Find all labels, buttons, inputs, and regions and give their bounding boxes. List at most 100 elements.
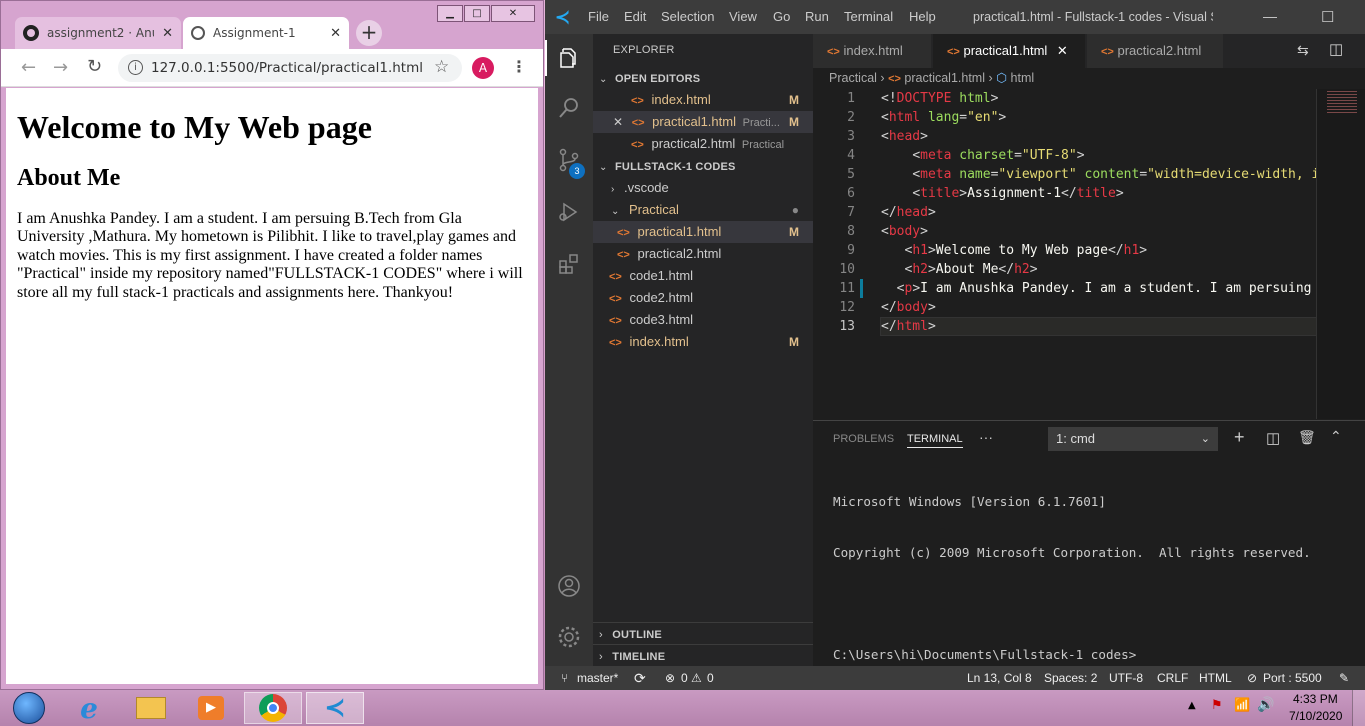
- kebab-menu-icon[interactable]: ⋮: [511, 57, 527, 76]
- tab-problems[interactable]: PROBLEMS: [833, 433, 894, 445]
- clock-time[interactable]: 4:33 PM: [1293, 692, 1338, 706]
- code-line[interactable]: 5 <meta name="viewport" content="width=d…: [813, 165, 1316, 184]
- address-bar[interactable]: i 127.0.0.1:5500/Practical/practical1.ht…: [118, 54, 462, 82]
- close-tab-icon[interactable]: ✕: [162, 26, 173, 41]
- cursor-position[interactable]: Ln 13, Col 8: [967, 666, 1032, 690]
- folder-header[interactable]: ⌄ FULLSTACK-1 CODES: [593, 155, 813, 177]
- tree-item-code1[interactable]: <> code1.html: [593, 265, 813, 287]
- open-editor-practical1[interactable]: ✕ <> practical1.html Practi... M: [593, 111, 813, 133]
- tab-assignment2[interactable]: assignment2 · Anu ✕: [15, 17, 181, 49]
- accounts-icon[interactable]: [557, 574, 581, 598]
- chevron-up-icon[interactable]: ⌃: [1330, 428, 1342, 445]
- code-line[interactable]: 8 <body>: [813, 222, 1316, 241]
- run-debug-icon[interactable]: [557, 200, 581, 224]
- search-icon[interactable]: [557, 96, 581, 120]
- info-icon[interactable]: i: [128, 60, 143, 75]
- taskbar-vscode[interactable]: ≺: [306, 692, 364, 724]
- action-center-icon[interactable]: ⚑: [1211, 698, 1223, 713]
- star-icon[interactable]: ☆: [434, 57, 449, 77]
- tree-item-code3[interactable]: <> code3.html: [593, 309, 813, 331]
- back-icon[interactable]: ←: [21, 57, 36, 78]
- menu-view[interactable]: View: [729, 0, 757, 34]
- timeline-header[interactable]: › TIMELINE: [593, 644, 813, 666]
- taskbar-explorer[interactable]: [122, 692, 180, 724]
- code-line[interactable]: 13 </html>: [813, 317, 1316, 336]
- show-desktop-button[interactable]: [1352, 690, 1365, 726]
- line-endings[interactable]: CRLF: [1157, 666, 1188, 690]
- taskbar-chrome[interactable]: [244, 692, 302, 724]
- clock-date[interactable]: 7/10/2020: [1289, 709, 1342, 723]
- tree-item-practical1[interactable]: <> practical1.html M: [593, 221, 813, 243]
- feedback-icon[interactable]: ✎: [1339, 666, 1349, 690]
- terminal-output[interactable]: Microsoft Windows [Version 6.1.7601] Cop…: [833, 459, 1311, 697]
- live-server-port[interactable]: Port : 5500: [1263, 666, 1322, 690]
- editor-tab-index[interactable]: <> index.html: [813, 34, 931, 68]
- new-terminal-icon[interactable]: +: [1234, 427, 1245, 448]
- code-line[interactable]: 7 </head>: [813, 203, 1316, 222]
- open-changes-icon[interactable]: ⇆: [1297, 42, 1309, 59]
- code-line[interactable]: 1 <!DOCTYPE html>: [813, 89, 1316, 108]
- close-tab-icon[interactable]: ✕: [1057, 43, 1068, 58]
- reload-icon[interactable]: ↻: [87, 56, 102, 77]
- split-terminal-icon[interactable]: ◫: [1266, 429, 1280, 447]
- taskbar-media[interactable]: ▶: [182, 692, 240, 724]
- extensions-icon[interactable]: [557, 252, 581, 276]
- more-actions-icon[interactable]: ···: [979, 429, 993, 445]
- code-line[interactable]: 10 <h2>About Me</h2>: [813, 260, 1316, 279]
- editor-tab-practical2[interactable]: <> practical2.html: [1087, 34, 1223, 68]
- code-editor[interactable]: 1 <!DOCTYPE html> 2 <html lang="en"> 3 <head>…: [813, 89, 1316, 337]
- menu-go[interactable]: Go: [773, 0, 790, 34]
- code-line[interactable]: 12 </body>: [813, 298, 1316, 317]
- menu-selection[interactable]: Selection: [661, 0, 714, 34]
- taskbar-ie[interactable]: e: [60, 692, 118, 725]
- breadcrumb-file[interactable]: practical1.html: [904, 71, 985, 85]
- forward-icon[interactable]: →: [53, 57, 68, 78]
- close-editor-icon[interactable]: ✕: [613, 115, 623, 129]
- menu-run[interactable]: Run: [805, 0, 829, 34]
- menu-help[interactable]: Help: [909, 0, 936, 34]
- editor-tab-practical1[interactable]: <> practical1.html ✕: [933, 34, 1085, 68]
- start-button[interactable]: [0, 692, 58, 724]
- trash-icon[interactable]: 🗑: [1298, 429, 1316, 446]
- code-line[interactable]: 4 <meta charset="UTF-8">: [813, 146, 1316, 165]
- menu-file[interactable]: File: [588, 0, 609, 34]
- volume-icon[interactable]: 🔊: [1257, 697, 1274, 713]
- maximize-button[interactable]: □: [464, 5, 490, 22]
- maximize-icon[interactable]: ☐: [1321, 8, 1334, 26]
- open-editor-practical2[interactable]: <> practical2.html Practical: [593, 133, 813, 155]
- show-hidden-icons[interactable]: ▲: [1188, 700, 1196, 711]
- tree-item-code2[interactable]: <> code2.html: [593, 287, 813, 309]
- outline-header[interactable]: › OUTLINE: [593, 622, 813, 644]
- tree-item-vscode[interactable]: › .vscode: [593, 177, 813, 199]
- error-count[interactable]: 0: [681, 666, 688, 690]
- settings-gear-icon[interactable]: [557, 625, 581, 649]
- code-line[interactable]: 9 <h1>Welcome to My Web page</h1>: [813, 241, 1316, 260]
- new-tab-button[interactable]: +: [356, 20, 382, 46]
- tree-item-practical2[interactable]: <> practical2.html: [593, 243, 813, 265]
- minimap[interactable]: [1316, 89, 1365, 419]
- language-mode[interactable]: HTML: [1199, 666, 1232, 690]
- code-line[interactable]: 6 <title>Assignment-1</title>: [813, 184, 1316, 203]
- code-line[interactable]: 3 <head>: [813, 127, 1316, 146]
- breadcrumb-folder[interactable]: Practical: [829, 71, 877, 85]
- explorer-icon[interactable]: [557, 46, 581, 70]
- sync-icon[interactable]: ⟳: [634, 666, 646, 690]
- split-editor-icon[interactable]: ◫: [1329, 40, 1343, 58]
- encoding[interactable]: UTF-8: [1109, 666, 1143, 690]
- close-button[interactable]: ✕: [491, 5, 535, 22]
- open-editors-header[interactable]: ⌄ OPEN EDITORS: [593, 67, 813, 89]
- tree-item-index[interactable]: <> index.html M: [593, 331, 813, 353]
- open-editor-index[interactable]: <> index.html M: [593, 89, 813, 111]
- code-line[interactable]: 2 <html lang="en">: [813, 108, 1316, 127]
- profile-avatar[interactable]: A: [472, 57, 494, 79]
- tab-assignment-1[interactable]: Assignment-1 ✕: [183, 17, 349, 49]
- indentation[interactable]: Spaces: 2: [1044, 666, 1097, 690]
- code-line[interactable]: 11 <p>I am Anushka Pandey. I am a studen…: [813, 279, 1316, 298]
- breadcrumb-symbol[interactable]: html: [1011, 71, 1035, 85]
- menu-terminal[interactable]: Terminal: [844, 0, 893, 34]
- branch-name[interactable]: master*: [577, 666, 618, 690]
- network-icon[interactable]: 📶: [1234, 698, 1250, 713]
- minimize-icon[interactable]: —: [1263, 8, 1277, 24]
- terminal-select[interactable]: 1: cmd ⌄: [1048, 427, 1218, 451]
- menu-edit[interactable]: Edit: [624, 0, 646, 34]
